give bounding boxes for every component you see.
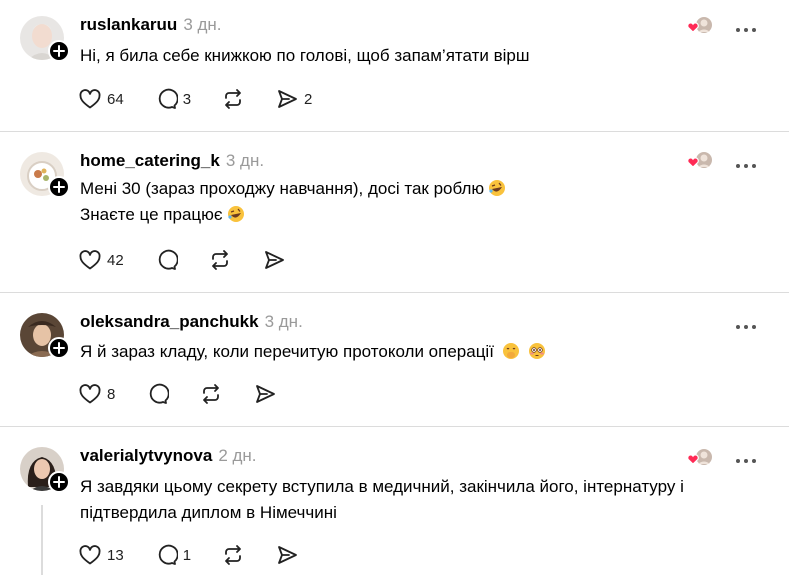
- repost-button[interactable]: [221, 87, 245, 111]
- post-text: Я й зараз кладу, коли перечитую протокол…: [80, 339, 546, 365]
- post-text: Мені 30 (зараз проходжу навчання), досі …: [80, 176, 506, 228]
- timestamp[interactable]: 3 дн.: [183, 15, 221, 34]
- divider: [0, 426, 789, 427]
- follow-plus-icon[interactable]: [48, 40, 70, 62]
- post-actions: 42: [78, 247, 304, 273]
- reply-button[interactable]: [145, 382, 170, 406]
- post-text: Ні, я била себе книжкою по голові, щоб з…: [80, 43, 529, 69]
- like-count: 42: [107, 251, 124, 269]
- repost-button[interactable]: [208, 248, 232, 272]
- username-link[interactable]: valerialytvynova: [80, 446, 212, 465]
- comment-icon: [158, 544, 178, 565]
- reply-count: 1: [182, 546, 192, 564]
- liked-by-author-icon: [685, 448, 713, 466]
- like-button[interactable]: 8: [78, 382, 115, 406]
- repost-icon: [225, 545, 241, 565]
- rolling-laughing-emoji-icon: [489, 180, 506, 196]
- post-text-line: Я й зараз кладу, коли перечитую протокол…: [80, 342, 494, 361]
- divider: [0, 131, 789, 132]
- avatar[interactable]: [20, 152, 70, 198]
- comment-icon: [150, 383, 170, 404]
- post-text-line: Я завдяки цьому секрету вступила в медич…: [80, 477, 684, 496]
- reply-count: 3: [182, 90, 192, 108]
- like-count: 64: [107, 90, 124, 108]
- liked-by-author-icon: [685, 151, 713, 169]
- like-button[interactable]: 13: [78, 543, 124, 567]
- share-button[interactable]: [253, 382, 277, 406]
- username-link[interactable]: ruslankaruu: [80, 15, 177, 34]
- repost-icon: [225, 89, 241, 109]
- avatar[interactable]: [20, 313, 70, 359]
- heart-icon: [79, 89, 101, 109]
- avatar[interactable]: [20, 16, 70, 62]
- send-icon: [256, 385, 276, 403]
- reply-button[interactable]: 3: [154, 87, 191, 111]
- username-link[interactable]: home_catering_k: [80, 151, 220, 170]
- heart-icon: [79, 384, 101, 404]
- reply-button[interactable]: [154, 248, 178, 272]
- post-text-line: підтвердила диплом в Німеччині: [80, 503, 337, 522]
- face-with-hand-over-mouth-emoji-icon: [502, 343, 519, 359]
- comment-icon: [158, 88, 178, 109]
- post-header: home_catering_k 3 дн.: [80, 151, 264, 171]
- post-text-line: Мені 30 (зараз проходжу навчання), досі …: [80, 179, 485, 198]
- like-count: 8: [107, 385, 116, 403]
- liked-by-author-icon: [685, 16, 713, 34]
- post-actions: 13 1: [78, 542, 317, 568]
- username-link[interactable]: oleksandra_panchukk: [80, 312, 259, 331]
- share-button[interactable]: 2: [275, 87, 312, 111]
- avatar[interactable]: [20, 447, 70, 493]
- like-count: 13: [107, 546, 124, 564]
- share-button[interactable]: [262, 248, 286, 272]
- more-options-icon[interactable]: [734, 318, 758, 329]
- heart-icon: [79, 545, 101, 565]
- reply-button[interactable]: 1: [154, 543, 191, 567]
- more-options-icon[interactable]: [734, 452, 758, 463]
- post-text-line: Ні, я била себе книжкою по голові, щоб з…: [80, 46, 530, 65]
- rolling-laughing-emoji-icon: [227, 206, 244, 222]
- share-button[interactable]: [275, 543, 299, 567]
- repost-button[interactable]: [199, 382, 223, 406]
- post-actions: 64 3 2: [78, 86, 330, 112]
- flushed-face-emoji-icon: [528, 343, 545, 359]
- like-button[interactable]: 64: [78, 87, 124, 111]
- send-icon: [264, 251, 284, 269]
- repost-icon: [203, 384, 220, 404]
- more-options-icon[interactable]: [734, 157, 758, 168]
- post-text: Я завдяки цьому секрету вступила в медич…: [80, 474, 684, 526]
- heart-icon: [79, 250, 101, 270]
- post-actions: 8: [78, 381, 295, 407]
- post-header: ruslankaruu 3 дн.: [80, 15, 222, 35]
- share-count: 2: [304, 90, 313, 108]
- follow-plus-icon[interactable]: [48, 471, 70, 493]
- timestamp[interactable]: 2 дн.: [218, 446, 256, 465]
- send-icon: [278, 546, 297, 564]
- divider: [0, 292, 789, 293]
- like-button[interactable]: 42: [78, 248, 124, 272]
- timestamp[interactable]: 3 дн.: [265, 312, 303, 331]
- repost-icon: [211, 250, 228, 270]
- follow-plus-icon[interactable]: [48, 176, 70, 198]
- send-icon: [278, 90, 297, 108]
- post-header: valerialytvynova 2 дн.: [80, 446, 257, 466]
- thread-line: [41, 505, 43, 575]
- follow-plus-icon[interactable]: [48, 337, 70, 359]
- timestamp[interactable]: 3 дн.: [226, 151, 264, 170]
- comment-icon: [158, 249, 178, 270]
- post-header: oleksandra_panchukk 3 дн.: [80, 312, 303, 332]
- repost-button[interactable]: [221, 543, 245, 567]
- post-text-line: Знаєте це працює: [80, 205, 223, 224]
- more-options-icon[interactable]: [734, 21, 758, 32]
